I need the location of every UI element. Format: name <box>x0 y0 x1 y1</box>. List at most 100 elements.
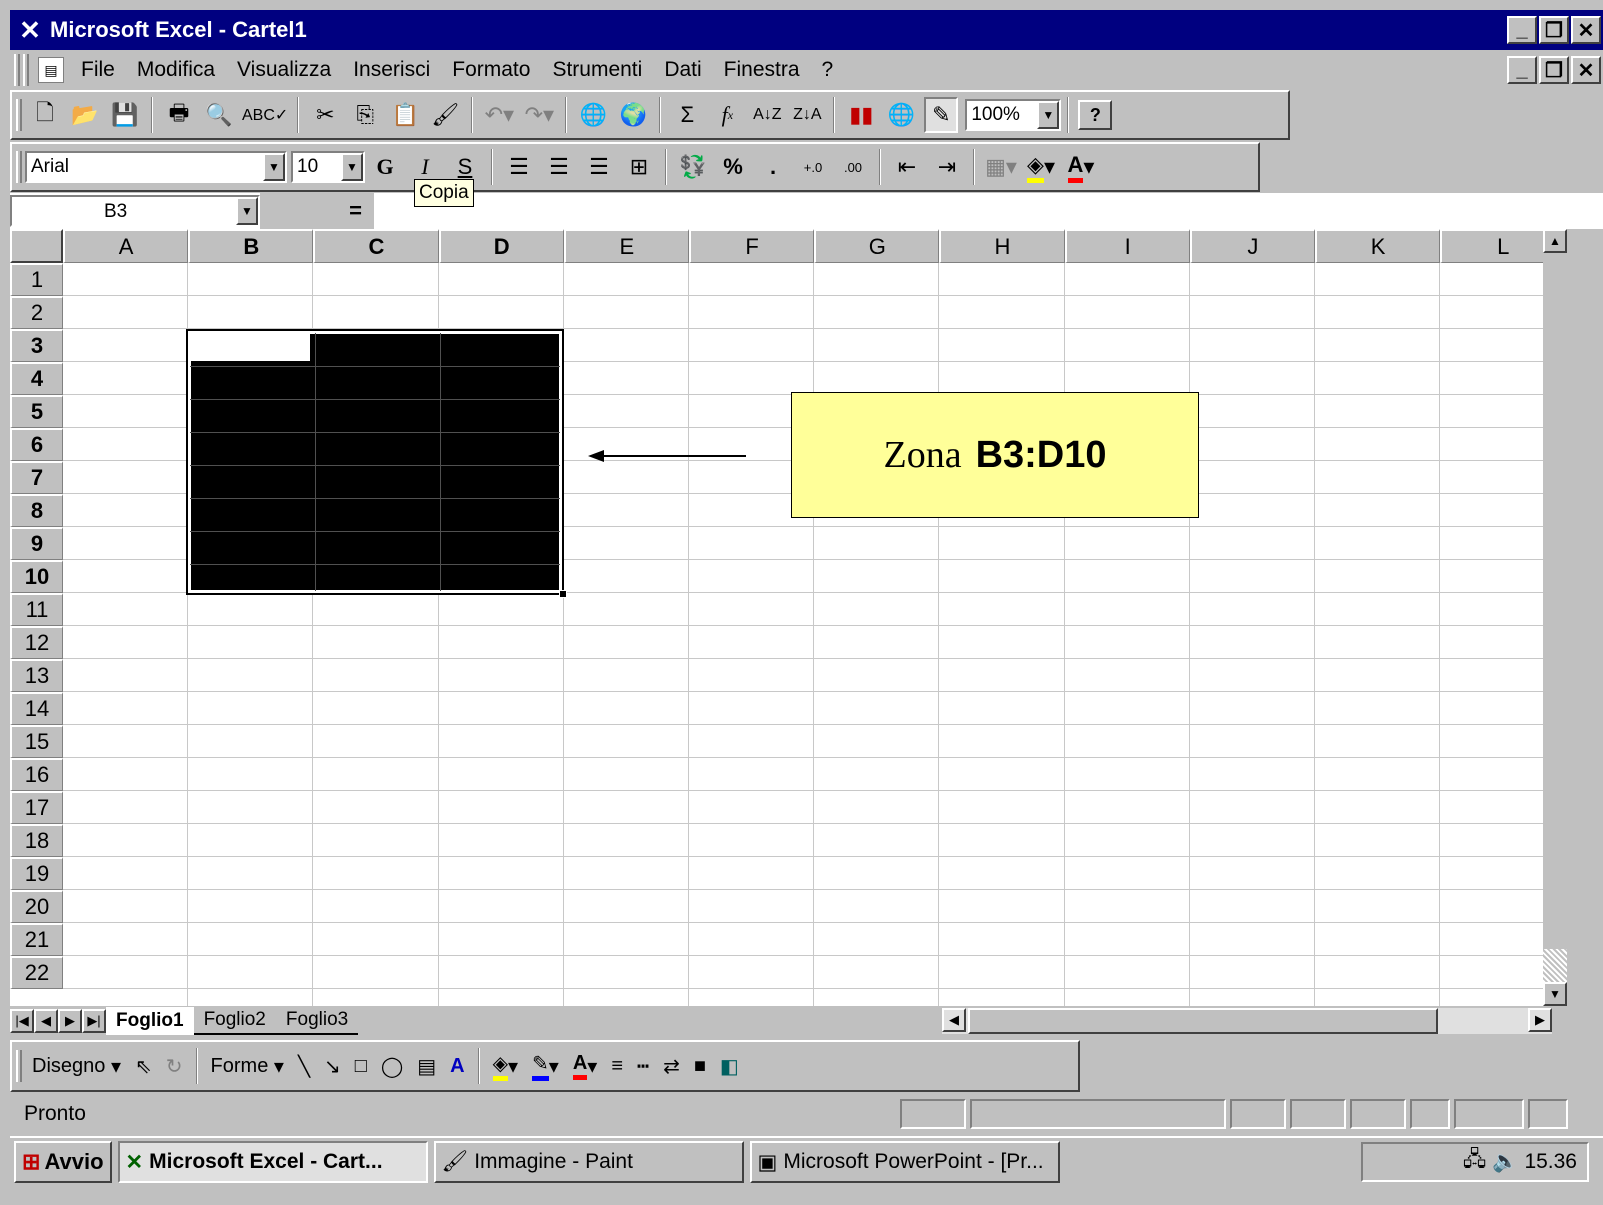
column-header-g[interactable]: G <box>814 229 940 263</box>
save-icon[interactable]: 💾 <box>108 97 142 133</box>
menu-help[interactable]: ? <box>811 58 845 82</box>
column-header-l[interactable]: L <box>1440 229 1543 263</box>
dash-style-icon[interactable]: ┅ <box>637 1054 649 1079</box>
last-sheet-icon[interactable]: ▶| <box>82 1009 106 1033</box>
autoshapes-menu-button[interactable]: Forme ▾ <box>211 1054 284 1079</box>
row-header-15[interactable]: 15 <box>10 725 63 758</box>
task-powerpoint[interactable]: ▣ Microsoft PowerPoint - [Pr... <box>749 1141 1060 1183</box>
chevron-down-icon[interactable]: ▼ <box>1037 101 1060 129</box>
menu-finestra[interactable]: Finestra <box>713 58 811 82</box>
font-color-icon[interactable]: A ▾ <box>1064 149 1098 185</box>
row-header-6[interactable]: 6 <box>10 428 63 461</box>
network-icon[interactable]: 🖧 <box>1463 1145 1486 1180</box>
free-rotate-icon[interactable]: ↻ <box>166 1054 183 1079</box>
currency-icon[interactable]: 💱 <box>676 149 710 185</box>
select-all-corner[interactable] <box>10 229 63 263</box>
scroll-right-icon[interactable]: ▶ <box>1528 1008 1552 1032</box>
line-style-icon[interactable]: ≡ <box>611 1055 623 1078</box>
scroll-up-icon[interactable]: ▲ <box>1543 229 1567 253</box>
selected-range[interactable] <box>186 329 564 595</box>
size-combo[interactable]: 10 ▼ <box>291 151 365 183</box>
format-painter-icon[interactable]: 🖌 <box>428 97 462 133</box>
close-button[interactable]: ✕ <box>1571 16 1601 44</box>
rectangle-icon[interactable]: □ <box>355 1055 367 1078</box>
copy-icon[interactable]: ⎘ <box>348 97 382 133</box>
chevron-down-icon[interactable]: ▼ <box>263 153 285 181</box>
chevron-down-icon[interactable]: ▼ <box>236 197 258 225</box>
wordart-icon[interactable]: A <box>450 1055 464 1078</box>
textbox-icon[interactable]: ▤ <box>417 1054 436 1079</box>
spelling-icon[interactable]: ABC✓ <box>242 97 288 133</box>
line-icon[interactable]: ╲ <box>298 1054 310 1079</box>
row-header-3[interactable]: 3 <box>10 329 63 362</box>
minimize-button[interactable]: _ <box>1507 16 1537 44</box>
cut-icon[interactable]: ✂ <box>308 97 342 133</box>
tab-foglio3[interactable]: Foglio3 <box>275 1007 359 1035</box>
horizontal-scrollbar[interactable]: ◀ ▶ <box>942 1008 1552 1034</box>
scroll-thumb[interactable] <box>968 1008 1438 1034</box>
menu-modifica[interactable]: Modifica <box>126 58 226 82</box>
fill-color-icon[interactable]: ◈ ▾ <box>1024 149 1058 185</box>
row-header-4[interactable]: 4 <box>10 362 63 395</box>
first-sheet-icon[interactable]: |◀ <box>10 1009 34 1033</box>
increase-decimal-icon[interactable]: +.0 <box>796 149 830 185</box>
help-icon[interactable]: ? <box>1078 100 1113 130</box>
print-icon[interactable]: 🖶 <box>162 97 196 133</box>
new-icon[interactable]: 🗋 <box>28 97 62 133</box>
tab-foglio2[interactable]: Foglio2 <box>193 1007 276 1035</box>
merge-center-icon[interactable]: ⊞ <box>622 149 656 185</box>
menu-inserisci[interactable]: Inserisci <box>342 58 441 82</box>
font-color-icon[interactable]: A ▾ <box>572 1052 597 1080</box>
worksheet-grid[interactable]: ABCDEFGHIJKL 1 2 3 4 5 6 7 8 9 10 11 12 13 14 15 16 17 18… <box>10 229 1543 1006</box>
line-color-icon[interactable]: ✎ ▾ <box>532 1051 559 1081</box>
column-header-i[interactable]: I <box>1064 229 1190 263</box>
arrow-style-icon[interactable]: ⇄ <box>663 1054 680 1079</box>
speaker-icon[interactable]: 🔈 <box>1492 1150 1518 1174</box>
bold-button[interactable]: G <box>368 149 402 185</box>
oval-icon[interactable]: ◯ <box>381 1054 403 1079</box>
row-header-5[interactable]: 5 <box>10 395 63 428</box>
increase-indent-icon[interactable]: ⇥ <box>930 149 964 185</box>
decrease-decimal-icon[interactable]: .00 <box>836 149 870 185</box>
undo-icon[interactable]: ↶▾ <box>482 97 516 133</box>
row-header-2[interactable]: 2 <box>10 296 63 329</box>
row-header-17[interactable]: 17 <box>10 791 63 824</box>
row-header-11[interactable]: 11 <box>10 593 63 626</box>
sort-descending-icon[interactable]: Z↓A <box>790 97 824 133</box>
task-excel[interactable]: ✕ Microsoft Excel - Cart... <box>117 1141 428 1183</box>
draw-menu-button[interactable]: Disegno ▾ <box>32 1054 121 1079</box>
menu-visualizza[interactable]: Visualizza <box>226 58 342 82</box>
scroll-down-icon[interactable]: ▼ <box>1543 982 1567 1006</box>
chart-wizard-icon[interactable]: ▮▮ <box>844 97 878 133</box>
drawing-toggle-icon[interactable]: ✎ <box>924 97 959 133</box>
row-header-20[interactable]: 20 <box>10 890 63 923</box>
name-box[interactable]: B3 ▼ <box>10 195 260 227</box>
align-left-icon[interactable]: ☰ <box>502 149 536 185</box>
row-header-12[interactable]: 12 <box>10 626 63 659</box>
prev-sheet-icon[interactable]: ◀ <box>34 1009 58 1033</box>
row-header-16[interactable]: 16 <box>10 758 63 791</box>
row-header-18[interactable]: 18 <box>10 824 63 857</box>
borders-icon[interactable]: ▦▾ <box>984 149 1018 185</box>
redo-icon[interactable]: ↷▾ <box>522 97 556 133</box>
scroll-left-icon[interactable]: ◀ <box>942 1008 966 1032</box>
column-header-d[interactable]: D <box>438 229 564 263</box>
row-header-7[interactable]: 7 <box>10 461 63 494</box>
column-header-k[interactable]: K <box>1315 229 1441 263</box>
formula-equals-button[interactable]: = <box>260 193 374 229</box>
doc-restore-button[interactable]: ❐ <box>1539 56 1569 84</box>
row-header-13[interactable]: 13 <box>10 659 63 692</box>
3d-icon[interactable]: ◧ <box>720 1054 739 1079</box>
open-icon[interactable]: 📂 <box>68 97 102 133</box>
autosum-icon[interactable]: Σ <box>670 97 704 133</box>
row-header-19[interactable]: 19 <box>10 857 63 890</box>
row-header-21[interactable]: 21 <box>10 923 63 956</box>
function-icon[interactable]: fx <box>710 97 744 133</box>
web-toolbar-icon[interactable]: 🌍 <box>616 97 650 133</box>
align-right-icon[interactable]: ☰ <box>582 149 616 185</box>
row-header-8[interactable]: 8 <box>10 494 63 527</box>
fill-handle[interactable] <box>559 590 567 598</box>
doc-close-button[interactable]: ✕ <box>1571 56 1601 84</box>
zoom-combo[interactable]: 100% ▼ <box>965 99 1062 131</box>
shadow-icon[interactable]: ■ <box>694 1055 706 1078</box>
